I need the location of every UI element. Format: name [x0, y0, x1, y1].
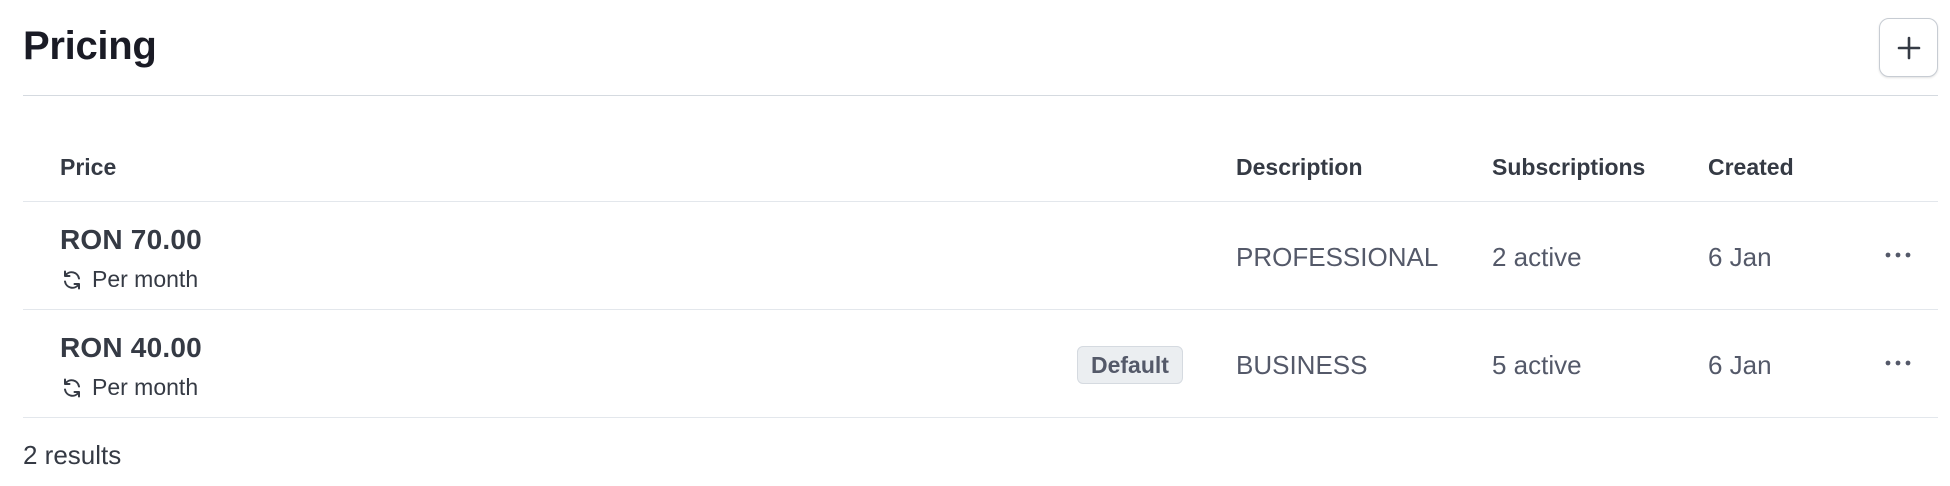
- price-description: PROFESSIONAL: [1236, 242, 1439, 272]
- table-row[interactable]: RON 70.00 Per month PROFESSIONAL 2 activ…: [23, 202, 1938, 310]
- price-amount: RON 70.00: [60, 224, 202, 255]
- table-header: Price Description Subscriptions Created: [23, 132, 1938, 202]
- price-subscriptions: 5 active: [1492, 350, 1582, 380]
- price-interval: Per month: [60, 374, 198, 401]
- price-interval: Per month: [60, 266, 198, 293]
- row-actions-button[interactable]: [1878, 238, 1918, 272]
- price-created: 6 Jan: [1708, 242, 1772, 272]
- column-header-subscriptions[interactable]: Subscriptions: [1492, 154, 1645, 181]
- recurring-icon: [64, 270, 80, 289]
- price-created: 6 Jan: [1708, 350, 1772, 380]
- results-count: 2 results: [23, 440, 122, 470]
- more-horizontal-icon: [1885, 252, 1911, 258]
- more-horizontal-icon: [1885, 360, 1911, 366]
- price-amount: RON 40.00: [60, 332, 202, 363]
- page-title: Pricing: [23, 24, 157, 68]
- recurring-icon: [64, 378, 80, 397]
- add-price-button[interactable]: [1879, 18, 1938, 77]
- price-description: BUSINESS: [1236, 350, 1368, 380]
- row-actions-button[interactable]: [1878, 346, 1918, 380]
- page-header: Pricing: [23, 0, 1938, 96]
- column-header-price[interactable]: Price: [60, 154, 116, 181]
- column-header-created[interactable]: Created: [1708, 154, 1794, 181]
- column-header-description[interactable]: Description: [1236, 154, 1363, 181]
- price-subscriptions: 2 active: [1492, 242, 1582, 272]
- price-interval-label: Per month: [92, 266, 199, 292]
- plus-icon: [1897, 36, 1920, 59]
- table-row[interactable]: RON 40.00 Per month Default BUSINESS 5 a…: [23, 310, 1938, 418]
- default-badge: Default: [1077, 346, 1183, 384]
- pricing-table: Price Description Subscriptions Created …: [23, 132, 1938, 418]
- price-interval-label: Per month: [92, 374, 199, 400]
